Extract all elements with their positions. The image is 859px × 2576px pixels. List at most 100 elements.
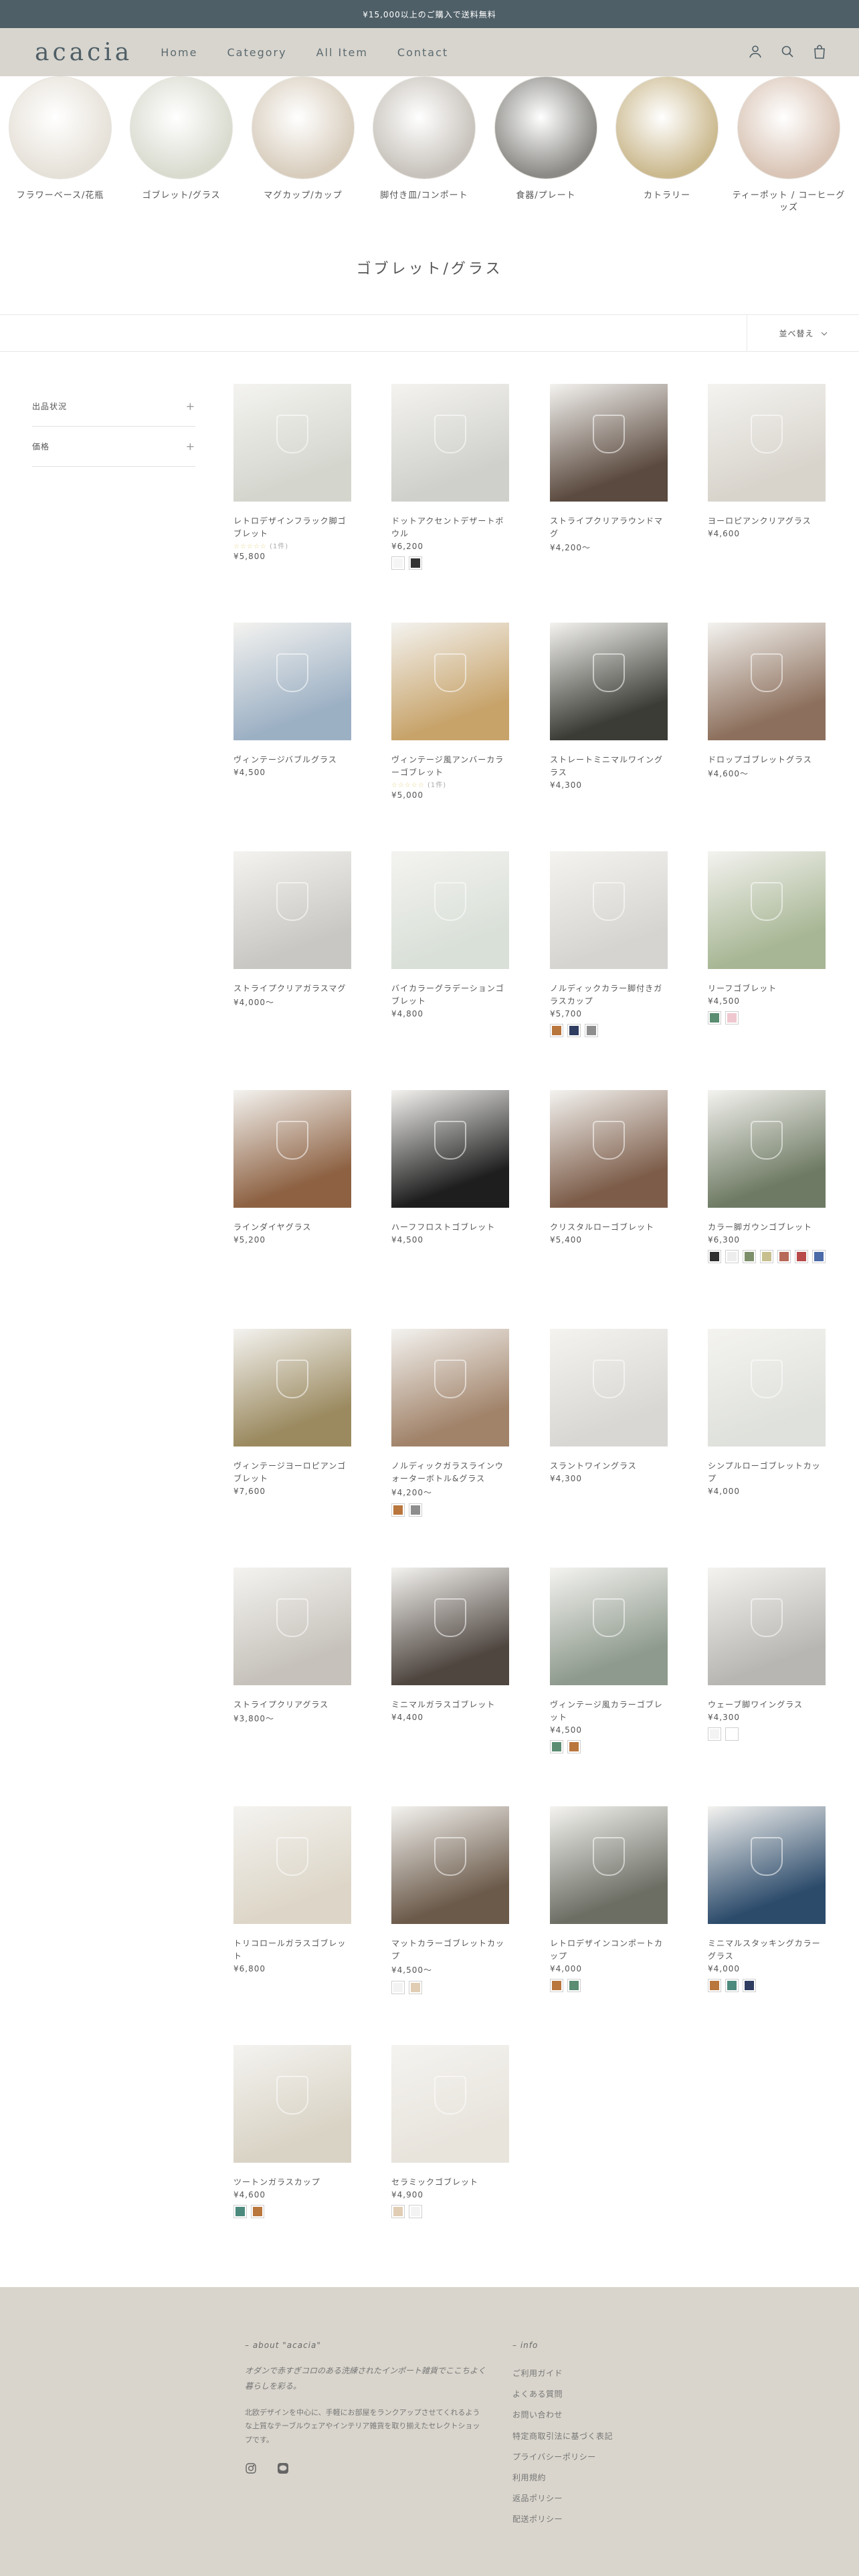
- product-image[interactable]: [391, 1090, 509, 1208]
- instagram-icon[interactable]: [245, 2462, 257, 2477]
- color-swatch[interactable]: [708, 1979, 721, 1993]
- category-item[interactable]: 脚付き皿/コンポート: [364, 76, 484, 202]
- color-swatch[interactable]: [251, 2205, 264, 2219]
- line-icon[interactable]: [277, 2462, 289, 2477]
- product-image[interactable]: [391, 851, 509, 969]
- product-card[interactable]: セラミックゴブレット ¥4,900: [391, 2045, 509, 2219]
- product-name[interactable]: レトロデザインコンポートカップ: [550, 1937, 668, 1963]
- product-card[interactable]: ラインダイヤグラス ¥5,200: [233, 1090, 351, 1245]
- product-name[interactable]: ストライプクリアラウンドマグ: [550, 515, 668, 540]
- product-name[interactable]: スラントワイングラス: [550, 1460, 668, 1473]
- product-name[interactable]: ハーフフロストゴブレット: [391, 1221, 509, 1234]
- search-icon[interactable]: [779, 43, 796, 60]
- product-card[interactable]: ミニマルスタッキングカラーグラス ¥4,000: [708, 1806, 826, 1993]
- product-image[interactable]: [708, 1806, 826, 1924]
- color-swatch[interactable]: [725, 1250, 739, 1264]
- product-card[interactable]: スラントワイングラス ¥4,300: [550, 1329, 668, 1483]
- product-name[interactable]: ストレートミニマルワイングラス: [550, 754, 668, 779]
- color-swatch[interactable]: [391, 1981, 405, 1995]
- product-name[interactable]: ウェーブ脚ワイングラス: [708, 1699, 826, 1711]
- category-item[interactable]: ティーポット / コーヒーグッズ: [729, 76, 849, 213]
- color-swatch[interactable]: [391, 2205, 405, 2219]
- product-name[interactable]: リーフゴブレット: [708, 982, 826, 995]
- product-card[interactable]: バイカラーグラデーションゴブレット ¥4,800: [391, 851, 509, 1018]
- product-name[interactable]: ラインダイヤグラス: [233, 1221, 351, 1234]
- sort-button[interactable]: 並べ替え: [747, 315, 859, 351]
- info-link[interactable]: よくある質問: [512, 2384, 686, 2405]
- product-image[interactable]: [550, 1090, 668, 1208]
- product-image[interactable]: [708, 1329, 826, 1446]
- product-name[interactable]: ツートンガラスカップ: [233, 2176, 351, 2189]
- product-image[interactable]: [708, 384, 826, 502]
- info-link[interactable]: プライバシーポリシー: [512, 2447, 686, 2468]
- product-image[interactable]: [708, 1568, 826, 1685]
- product-name[interactable]: カラー脚ガウンゴブレット: [708, 1221, 826, 1234]
- info-link[interactable]: 配送ポリシー: [512, 2509, 686, 2530]
- info-link[interactable]: 利用規約: [512, 2468, 686, 2488]
- product-name[interactable]: トリコロールガラスゴブレット: [233, 1937, 351, 1963]
- product-card[interactable]: ストライプクリアガラスマグ ¥4,000〜: [233, 851, 351, 1008]
- product-name[interactable]: ヨーロピアンクリアグラス: [708, 515, 826, 528]
- category-item[interactable]: カトラリー: [607, 76, 727, 202]
- color-swatch[interactable]: [725, 1727, 739, 1741]
- color-swatch[interactable]: [409, 1503, 422, 1517]
- product-card[interactable]: ヴィンテージ風アンバーカラーゴブレット ☆☆☆☆☆ (1件) ¥5,000: [391, 623, 509, 800]
- nav-all-item[interactable]: All Item: [316, 46, 368, 59]
- color-swatch[interactable]: [550, 1740, 563, 1754]
- product-card[interactable]: ヴィンテージヨーロピアンゴブレット ¥7,600: [233, 1329, 351, 1496]
- category-item[interactable]: ゴブレット/グラス: [121, 76, 242, 202]
- product-image[interactable]: [550, 1568, 668, 1685]
- category-item[interactable]: フラワーベース/花瓶: [0, 76, 120, 202]
- product-card[interactable]: レトロデザインコンポートカップ ¥4,000: [550, 1806, 668, 1993]
- product-card[interactable]: ストライプクリアグラス ¥3,800〜: [233, 1568, 351, 1724]
- filter-availability[interactable]: 出品状況 +: [32, 387, 195, 427]
- color-swatch[interactable]: [708, 1727, 721, 1741]
- color-swatch[interactable]: [812, 1250, 826, 1264]
- color-swatch[interactable]: [795, 1250, 808, 1264]
- product-image[interactable]: [708, 1090, 826, 1208]
- product-name[interactable]: ノルディックカラー脚付きガラスカップ: [550, 982, 668, 1008]
- color-swatch[interactable]: [725, 1979, 739, 1993]
- product-name[interactable]: ストライプクリアガラスマグ: [233, 982, 351, 995]
- product-image[interactable]: [233, 1090, 351, 1208]
- color-swatch[interactable]: [585, 1024, 598, 1038]
- product-card[interactable]: リーフゴブレット ¥4,500: [708, 851, 826, 1025]
- color-swatch[interactable]: [409, 1981, 422, 1995]
- product-name[interactable]: ヴィンテージ風カラーゴブレット: [550, 1699, 668, 1724]
- product-image[interactable]: [550, 623, 668, 740]
- filter-price[interactable]: 価格 +: [32, 427, 195, 467]
- color-swatch[interactable]: [409, 2205, 422, 2219]
- product-name[interactable]: ストライプクリアグラス: [233, 1699, 351, 1711]
- product-card[interactable]: ウェーブ脚ワイングラス ¥4,300: [708, 1568, 826, 1741]
- color-swatch[interactable]: [760, 1250, 773, 1264]
- product-image[interactable]: [550, 384, 668, 502]
- product-name[interactable]: シンプルローゴブレットカップ: [708, 1460, 826, 1485]
- product-name[interactable]: ドットアクセントデザートボウル: [391, 515, 509, 540]
- color-swatch[interactable]: [567, 1979, 581, 1993]
- product-image[interactable]: [233, 384, 351, 502]
- product-name[interactable]: セラミックゴブレット: [391, 2176, 509, 2189]
- product-card[interactable]: ノルディックカラー脚付きガラスカップ ¥5,700: [550, 851, 668, 1038]
- product-card[interactable]: トリコロールガラスゴブレット ¥6,800: [233, 1806, 351, 1973]
- nav-category[interactable]: Category: [227, 46, 286, 59]
- info-link[interactable]: お問い合わせ: [512, 2405, 686, 2426]
- product-card[interactable]: ドットアクセントデザートボウル ¥6,200: [391, 384, 509, 570]
- product-image[interactable]: [233, 1329, 351, 1446]
- nav-home[interactable]: Home: [161, 46, 197, 59]
- product-image[interactable]: [391, 1329, 509, 1446]
- product-card[interactable]: ヨーロピアンクリアグラス ¥4,600: [708, 384, 826, 538]
- account-icon[interactable]: [747, 43, 764, 60]
- product-image[interactable]: [233, 851, 351, 969]
- product-card[interactable]: マットカラーゴブレットカップ ¥4,500〜: [391, 1806, 509, 1995]
- product-card[interactable]: ハーフフロストゴブレット ¥4,500: [391, 1090, 509, 1245]
- product-name[interactable]: ミニマルガラスゴブレット: [391, 1699, 509, 1711]
- color-swatch[interactable]: [550, 1024, 563, 1038]
- product-card[interactable]: ストレートミニマルワイングラス ¥4,300: [550, 623, 668, 790]
- color-swatch[interactable]: [777, 1250, 791, 1264]
- info-link[interactable]: 特定商取引法に基づく表記: [512, 2426, 686, 2447]
- color-swatch[interactable]: [233, 2205, 247, 2219]
- product-image[interactable]: [391, 2045, 509, 2163]
- product-card[interactable]: ミニマルガラスゴブレット ¥4,400: [391, 1568, 509, 1722]
- product-name[interactable]: ヴィンテージヨーロピアンゴブレット: [233, 1460, 351, 1485]
- product-image[interactable]: [391, 1806, 509, 1924]
